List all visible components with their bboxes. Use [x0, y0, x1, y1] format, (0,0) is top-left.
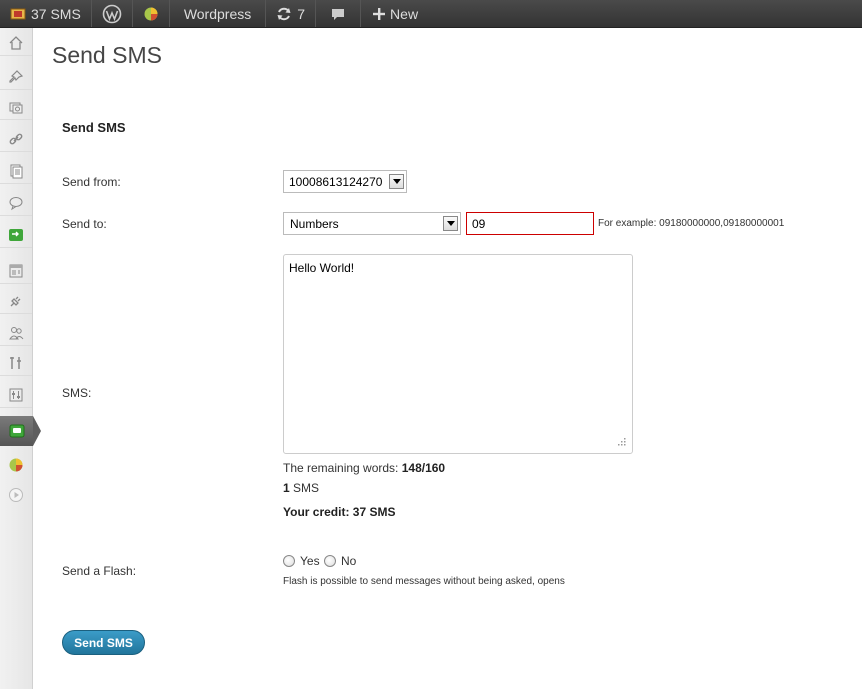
- menu-tools[interactable]: [0, 350, 32, 376]
- recipient-number-input[interactable]: [466, 212, 594, 235]
- menu-comments[interactable]: [0, 190, 32, 216]
- menu-dashboard[interactable]: [0, 30, 32, 56]
- menu-links[interactable]: [0, 126, 32, 152]
- media-icon: [9, 102, 23, 113]
- remaining-words-label: The remaining words:: [283, 461, 402, 475]
- flash-yes-label[interactable]: Yes: [300, 554, 320, 568]
- collapse-menu-button[interactable]: [0, 482, 32, 508]
- comments-menu[interactable]: [316, 0, 362, 27]
- admin-side-menu: [0, 28, 41, 689]
- wordpress-logo-icon: [102, 4, 122, 23]
- home-icon: [9, 35, 23, 50]
- plugin-ball-icon: [144, 7, 158, 20]
- pages-icon: [10, 164, 23, 178]
- menu-pages[interactable]: [0, 158, 32, 184]
- send-from-value: 10008613124270: [289, 174, 383, 189]
- send-from-select[interactable]: 10008613124270: [283, 170, 407, 193]
- sms-message-textarea[interactable]: Hello World!: [283, 254, 633, 454]
- comments-icon: [9, 196, 23, 210]
- remaining-words-value: 148/160: [401, 461, 446, 475]
- users-icon: [9, 326, 24, 339]
- sms-count: 1 SMS: [283, 481, 319, 495]
- sms-icon: [9, 228, 23, 241]
- send-flash-label: Send a Flash:: [62, 564, 137, 578]
- menu-media[interactable]: [0, 94, 32, 120]
- credit-info: Your credit: 37 SMS: [283, 505, 395, 519]
- comment-bubble-icon: [332, 8, 345, 20]
- pushpin-icon: [9, 69, 24, 83]
- link-icon: [9, 133, 23, 144]
- menu-sms-current[interactable]: [0, 416, 33, 446]
- menu-sms-plugin[interactable]: [0, 222, 32, 248]
- chevron-down-icon: [389, 174, 404, 189]
- credit-text: Your credit: 37 SMS: [283, 505, 396, 519]
- plus-icon: [373, 7, 386, 20]
- send-to-label: Send to:: [62, 217, 107, 231]
- admin-bar: 37 SMS Wordpress 7 New: [0, 0, 862, 28]
- plugin-ball-icon: [9, 458, 23, 472]
- new-label: New: [390, 5, 419, 22]
- menu-users[interactable]: [0, 320, 32, 346]
- menu-appearance[interactable]: [0, 258, 32, 284]
- refresh-icon: [277, 7, 291, 20]
- page-title: Send SMS: [52, 42, 162, 68]
- flash-note: Flash is possible to send messages witho…: [283, 576, 565, 587]
- updates-count: 7: [297, 5, 306, 22]
- example-hint: For example: 09180000000,09180000001: [598, 218, 785, 229]
- menu-plugins[interactable]: [0, 288, 32, 314]
- appearance-icon: [9, 264, 23, 277]
- flash-no-radio[interactable]: [324, 555, 336, 567]
- sms-bubble-icon: [9, 424, 24, 438]
- site-name-menu[interactable]: Wordpress: [170, 0, 267, 27]
- menu-posts[interactable]: [0, 64, 32, 90]
- flash-no-label[interactable]: No: [341, 554, 356, 568]
- sms-label: SMS:: [62, 386, 92, 400]
- plug-icon: [10, 296, 21, 306]
- remaining-words: The remaining words: 148/160: [283, 461, 445, 475]
- flash-yes-radio[interactable]: [283, 555, 295, 567]
- collapse-arrow-icon: [9, 488, 23, 502]
- send-to-type-select[interactable]: Numbers: [283, 212, 461, 235]
- send-from-label: Send from:: [62, 175, 121, 189]
- sms-balance-label: 37 SMS: [31, 5, 81, 22]
- wp-logo-menu[interactable]: [92, 0, 133, 27]
- section-title: Send SMS: [62, 120, 126, 135]
- new-content-menu[interactable]: New: [361, 0, 428, 27]
- site-name-label: Wordpress: [183, 5, 252, 22]
- menu-plugin-ball[interactable]: [0, 452, 32, 478]
- sms-count-value: 1: [283, 481, 290, 495]
- tools-icon: [10, 356, 21, 369]
- sms-credit-icon: [10, 8, 26, 19]
- sms-count-unit: SMS: [289, 481, 320, 495]
- resize-grip-icon[interactable]: [615, 435, 627, 447]
- settings-sliders-icon: [9, 388, 23, 401]
- send-to-type-value: Numbers: [290, 216, 339, 231]
- sms-balance-item[interactable]: 37 SMS: [0, 0, 92, 27]
- updates-menu[interactable]: 7: [266, 0, 317, 27]
- current-menu-arrow: [33, 416, 41, 446]
- chevron-down-icon: [443, 216, 458, 231]
- menu-settings[interactable]: [0, 382, 32, 408]
- plugin-menu[interactable]: [133, 0, 170, 27]
- send-sms-button[interactable]: Send SMS: [62, 630, 145, 655]
